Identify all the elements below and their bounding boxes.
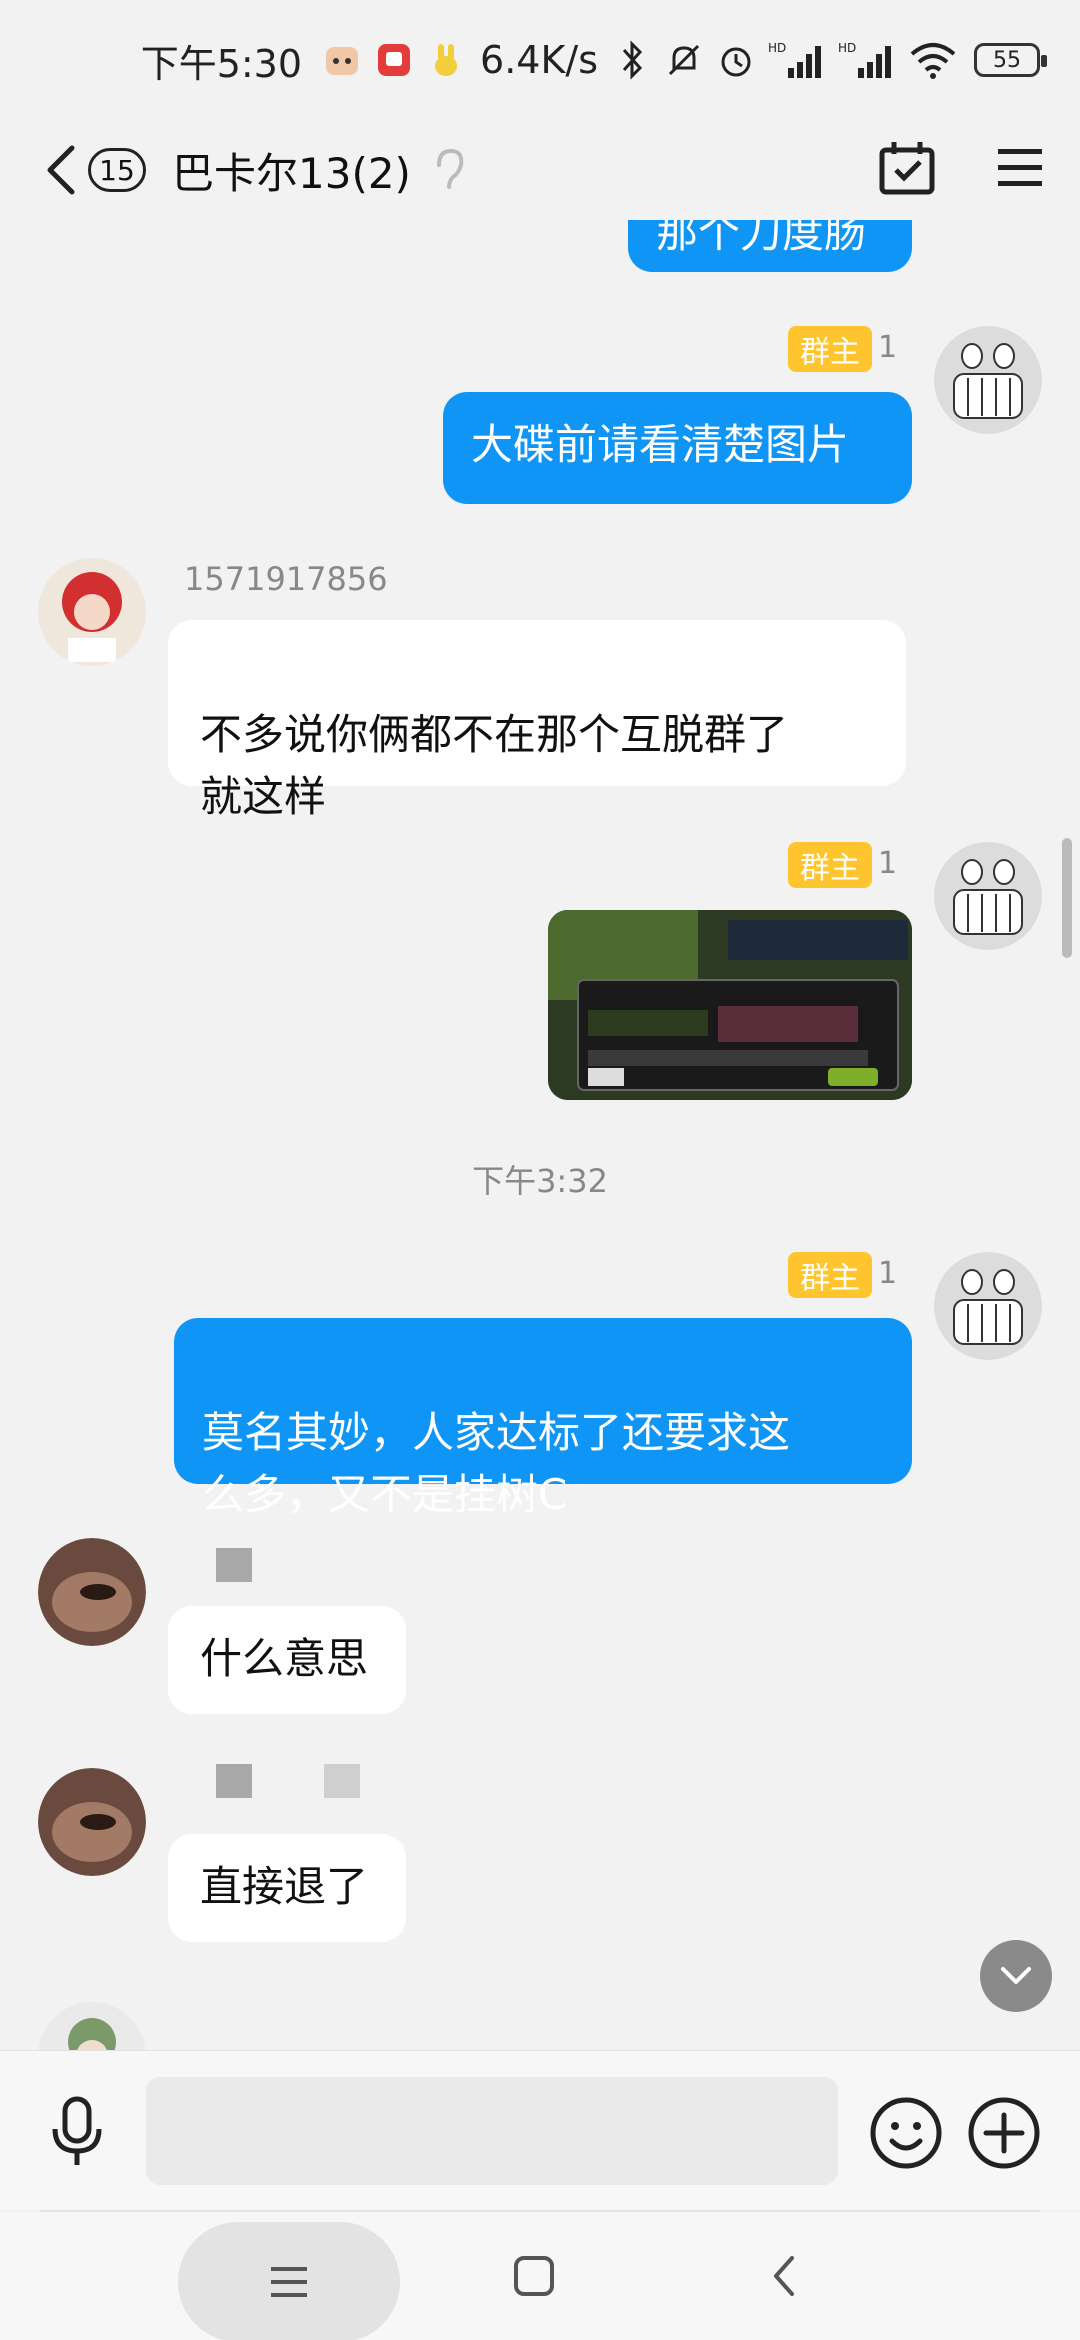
chat-title[interactable]: 巴卡尔13(2) [172,140,411,201]
sender-name-hidden [216,1548,252,1582]
recent-apps-button[interactable] [178,2222,400,2340]
message-text: 大碟前请看清楚图片 [471,420,850,469]
message-bubble[interactable]: 大碟前请看清楚图片 [443,392,912,504]
battery-indicator: 55 [974,43,1047,77]
message-bubble[interactable]: 莫名其妙，人家达标了还要求这 么多，又不是挂树C [174,1318,912,1519]
member-level: 1 [878,330,898,365]
menu-lines-icon [271,2267,307,2297]
chevron-down-icon [1001,1967,1031,1984]
avatar-member[interactable] [38,1768,146,1876]
message-text: 莫名其妙，人家达标了还要求这 么多，又不是挂树C [202,1408,791,1519]
back-button[interactable] [36,135,86,205]
chat-scrollbar[interactable] [1062,838,1072,958]
scroll-to-bottom-button[interactable] [980,1940,1052,2012]
input-bar [0,2050,1080,2210]
message-list[interactable]: 那个刀度肠 群主 1 大碟前请看清楚图片 1571917856 不多说你俩都不在… [0,220,1080,2050]
system-navigation-bar [0,2212,1080,2340]
signal1-label: HD [768,41,786,55]
member-level: 1 [878,846,898,881]
message-text: 什么意思 [200,1634,369,1683]
mute-icon [664,40,704,80]
signal-icon-2: HD [838,40,896,80]
sender-name-hidden [216,1764,252,1798]
alarm-icon [716,40,756,80]
ear-icon [431,145,467,195]
message-bubble[interactable]: 什么意思 [168,1606,406,1714]
message-input[interactable] [146,2077,838,2185]
home-button[interactable] [510,2252,558,2300]
signal2-label: HD [838,41,856,55]
avatar-sender-1571917856[interactable] [38,558,146,666]
avatar-self[interactable] [934,1252,1042,1360]
more-button[interactable] [966,2095,1042,2171]
image-message[interactable] [548,910,912,1100]
calendar-check-button[interactable] [878,140,936,200]
chat-header: 15 巴卡尔13(2) [0,120,1080,220]
unread-count-badge[interactable]: 15 [88,148,146,192]
owner-badge: 群主 [788,326,872,372]
calendar-check-icon [879,142,935,195]
owner-badge: 群主 [788,842,872,888]
status-bar: 下午5:30 6.4K/s HD HD 55 [0,0,1080,120]
menu-icon [998,149,1042,186]
wifi-icon [908,40,958,80]
avatar-self[interactable] [934,842,1042,950]
back-triangle-icon [774,2256,794,2296]
message-text: 不多说你俩都不在那个互脱群了 就这样 [200,710,789,821]
menu-button[interactable] [996,146,1044,194]
message-text: 直接退了 [200,1862,369,1911]
timestamp: 下午3:32 [472,1162,608,1200]
microphone-icon [52,2096,102,2165]
emoji-button[interactable] [868,2095,944,2171]
app-notification-icon [322,40,362,80]
avatar-member[interactable] [38,1538,146,1646]
sender-name-hidden [324,1764,360,1798]
sender-name: 1571917856 [184,560,388,598]
avatar-self[interactable] [934,326,1042,434]
message-bubble[interactable]: 不多说你俩都不在那个互脱群了 就这样 [168,620,906,821]
voice-button[interactable] [42,2095,112,2169]
owner-badge: 群主 [788,1252,872,1298]
rabbit-app-icon [426,40,466,80]
avatar-member-partial[interactable] [38,2002,146,2050]
status-time: 下午5:30 [140,41,303,86]
bluetooth-icon [612,40,652,80]
plus-icon [968,2097,1040,2169]
square-icon [514,2256,554,2296]
message-bubble[interactable]: 直接退了 [168,1834,406,1942]
red-app-icon [374,40,414,80]
message-bubble-partial[interactable]: 那个刀度肠 [628,220,912,272]
message-text: 那个刀度肠 [656,220,867,257]
nav-back-button[interactable] [760,2248,808,2304]
network-speed: 6.4K/s [480,38,598,82]
emoji-icon [870,2097,942,2169]
game-screenshot-image [548,910,912,1100]
signal-icon-1: HD [768,40,826,80]
member-level: 1 [878,1256,898,1291]
chevron-left-icon [47,145,75,195]
